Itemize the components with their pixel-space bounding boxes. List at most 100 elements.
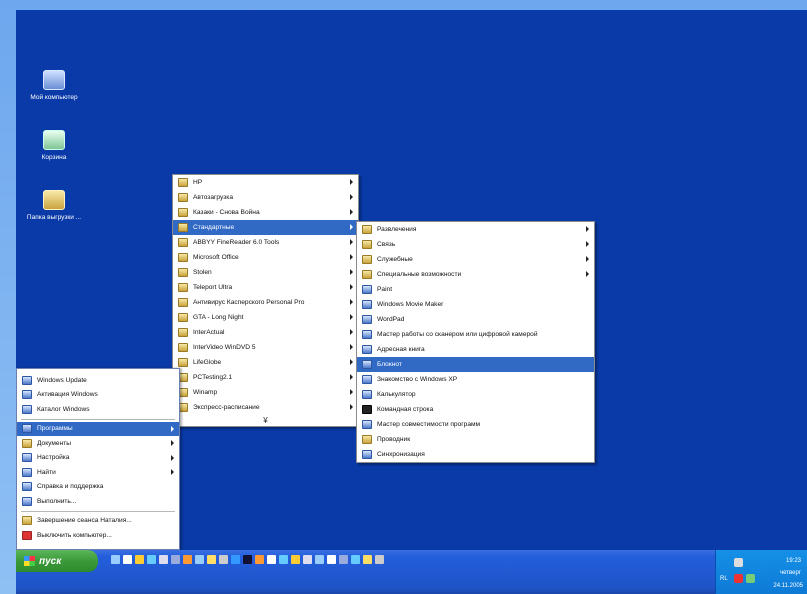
submenu-arrow-icon — [350, 224, 353, 230]
submenu-arrow-icon — [586, 226, 589, 232]
start-button[interactable]: пуск — [16, 550, 98, 572]
accessories-menu-item[interactable]: Связь — [357, 237, 594, 252]
more-items-chevron[interactable]: ¥ — [173, 415, 358, 426]
tray-alert-icon[interactable] — [734, 574, 743, 583]
accessories-menu-item[interactable]: Развлечения — [357, 222, 594, 237]
quick-launch-icon[interactable] — [159, 555, 168, 564]
submenu-arrow-icon — [586, 241, 589, 247]
programs-menu-item[interactable]: Microsoft Office — [173, 250, 358, 265]
start-menu-item-settings[interactable]: Настройка — [17, 451, 179, 466]
tray-network-icon[interactable] — [734, 558, 743, 567]
quick-launch-icon[interactable] — [147, 555, 156, 564]
start-menu-item-programs[interactable]: Программы — [17, 421, 179, 436]
quick-launch-icon[interactable] — [315, 555, 324, 564]
quick-launch-icon[interactable] — [243, 555, 252, 564]
accessories-menu-item[interactable]: Специальные возможности — [357, 267, 594, 282]
folder-icon — [178, 238, 188, 247]
programs-menu-item[interactable]: InterActual — [173, 325, 358, 340]
shutdown-icon — [22, 530, 32, 540]
programs-menu-item[interactable]: InterVideo WinDVD 5 — [173, 340, 358, 355]
start-menu-item-shutdown[interactable]: Выключить компьютер... — [17, 528, 179, 543]
accessories-menu-item-scanner-wizard[interactable]: Мастер работы со сканером или цифровой к… — [357, 327, 594, 342]
accessories-menu-item-sync[interactable]: Синхронизация — [357, 447, 594, 462]
programs-menu-item[interactable]: ABBYY FineReader 6.0 Tools — [173, 235, 358, 250]
accessories-menu-item-compatibility-wizard[interactable]: Мастер совместимости программ — [357, 417, 594, 432]
folder-icon — [178, 208, 188, 217]
address-book-icon — [362, 345, 372, 354]
desktop: Мой компьютер Корзина Папка выгрузки ...… — [16, 10, 807, 594]
quick-launch-icon[interactable] — [267, 555, 276, 564]
quick-launch-icon[interactable] — [195, 555, 204, 564]
programs-menu-item[interactable]: Winamp — [173, 385, 358, 400]
quick-launch-icon[interactable] — [123, 555, 132, 564]
accessories-menu-item-notepad[interactable]: Блокнот — [357, 357, 594, 372]
desktop-icon-recycle-bin[interactable]: Корзина — [24, 130, 84, 162]
quick-launch-icon[interactable] — [231, 555, 240, 564]
quick-launch-icon[interactable] — [339, 555, 348, 564]
programs-menu-item[interactable]: LifeGlobe — [173, 355, 358, 370]
system-tray: RL 19:23 четверг 24.11.2005 — [715, 550, 807, 594]
submenu-arrow-icon — [350, 239, 353, 245]
folder-icon — [43, 190, 65, 210]
quick-launch-icon[interactable] — [303, 555, 312, 564]
programs-menu-item[interactable]: PCTesting2.1 — [173, 370, 358, 385]
calculator-icon — [362, 390, 372, 399]
accessories-menu-item-calculator[interactable]: Калькулятор — [357, 387, 594, 402]
key-icon — [22, 390, 32, 400]
quick-launch-icon[interactable] — [111, 555, 120, 564]
accessories-menu-item-command-prompt[interactable]: Командная строка — [357, 402, 594, 417]
quick-launch-icon[interactable] — [375, 555, 384, 564]
tray-volume-icon[interactable] — [746, 574, 755, 583]
programs-menu-item[interactable]: Казаки - Снова Война — [173, 205, 358, 220]
accessories-menu-item-tour[interactable]: Знакомство с Windows XP — [357, 372, 594, 387]
quick-launch-icon[interactable] — [351, 555, 360, 564]
start-menu-item-search[interactable]: Найти — [17, 465, 179, 480]
notepad-icon — [362, 360, 372, 369]
start-menu-item-documents[interactable]: Документы — [17, 436, 179, 451]
start-menu-item-catalog[interactable]: Каталог Windows — [17, 402, 179, 417]
programs-menu-item-accessories[interactable]: Стандартные — [173, 220, 358, 235]
start-menu-item-activation[interactable]: Активация Windows — [17, 388, 179, 403]
programs-menu-item[interactable]: Teleport Ultra — [173, 280, 358, 295]
start-menu-item-help[interactable]: Справка и поддержка — [17, 480, 179, 495]
quick-launch-icon[interactable] — [255, 555, 264, 564]
quick-launch-icon[interactable] — [327, 555, 336, 564]
submenu-arrow-icon — [171, 469, 174, 475]
accessories-menu-item-wordpad[interactable]: WordPad — [357, 312, 594, 327]
quick-launch-icon[interactable] — [171, 555, 180, 564]
quick-launch-icon[interactable] — [135, 555, 144, 564]
run-icon — [22, 496, 32, 506]
folder-icon — [178, 298, 188, 307]
quick-launch-icon[interactable] — [363, 555, 372, 564]
desktop-icon-label: Папка выгрузки ... — [26, 214, 82, 221]
accessories-menu-item[interactable]: Служебные — [357, 252, 594, 267]
desktop-icon-my-computer[interactable]: Мой компьютер — [24, 70, 84, 102]
start-button-label: пуск — [39, 555, 62, 567]
programs-menu-item[interactable]: Stolen — [173, 265, 358, 280]
accessories-menu-item-movie-maker[interactable]: Windows Movie Maker — [357, 297, 594, 312]
quick-launch-icon[interactable] — [219, 555, 228, 564]
start-menu-item-run[interactable]: Выполнить... — [17, 494, 179, 509]
start-menu-item-windows-update[interactable]: Windows Update — [17, 373, 179, 388]
accessories-menu-item-paint[interactable]: Paint — [357, 282, 594, 297]
clock-time[interactable]: 19:23 — [786, 558, 801, 564]
folder-icon — [178, 193, 188, 202]
programs-menu-item[interactable]: GTA - Long Night — [173, 310, 358, 325]
programs-menu-item[interactable]: HP — [173, 175, 358, 190]
quick-launch-icon[interactable] — [207, 555, 216, 564]
clock-date: 24.11.2005 — [773, 583, 803, 589]
accessories-menu-item-explorer[interactable]: Проводник — [357, 432, 594, 447]
desktop-icon-folder[interactable]: Папка выгрузки ... — [24, 190, 84, 222]
submenu-arrow-icon — [350, 179, 353, 185]
start-menu-item-log-off[interactable]: Завершение сеанса Наталия... — [17, 514, 179, 529]
programs-menu-item[interactable]: Антивирус Касперского Personal Pro — [173, 295, 358, 310]
programs-menu-item[interactable]: Экспресс-расписание — [173, 400, 358, 415]
folder-icon — [362, 225, 372, 234]
quick-launch-icon[interactable] — [291, 555, 300, 564]
quick-launch-icon[interactable] — [279, 555, 288, 564]
quick-launch-icon[interactable] — [183, 555, 192, 564]
language-indicator[interactable]: RL — [720, 576, 728, 582]
programs-menu-item[interactable]: Автозагрузка — [173, 190, 358, 205]
desktop-icon-label: Мой компьютер — [30, 94, 78, 101]
accessories-menu-item-address-book[interactable]: Адресная книга — [357, 342, 594, 357]
